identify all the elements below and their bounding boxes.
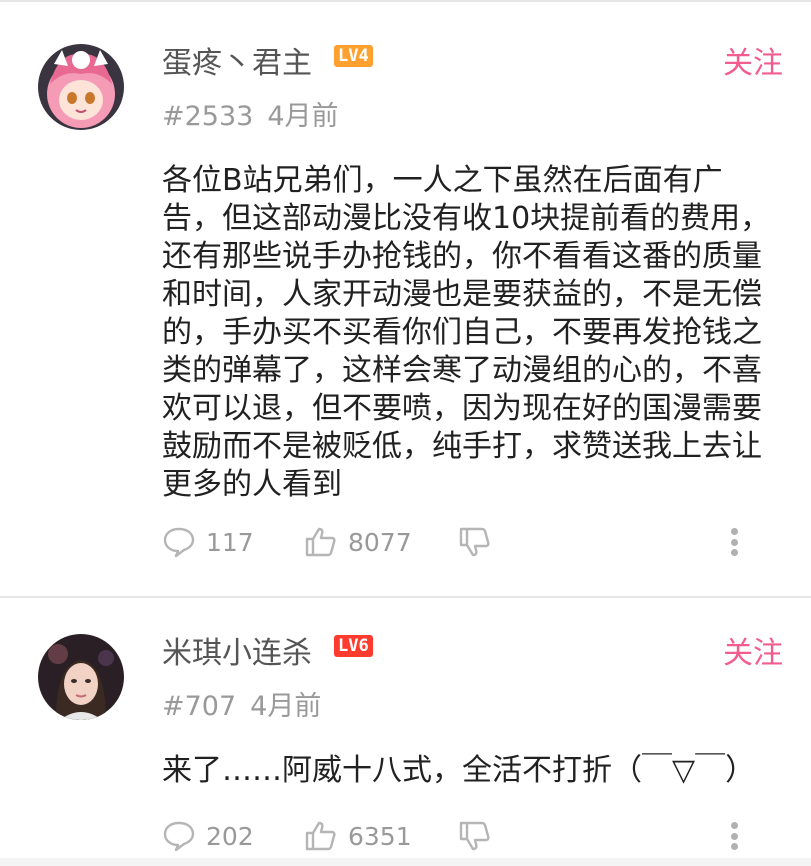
comment-text: 各位B站兄弟们，一人之下虽然在后面有广告，但这部动漫比没有收10块提前看的费用，… (162, 163, 771, 502)
like-count: 8077 (348, 527, 412, 557)
timestamp: 4月前 (267, 101, 339, 132)
comment-meta: #707 4月前 (162, 684, 335, 723)
dislike-button[interactable] (458, 524, 492, 560)
floor-number: #2533 (162, 101, 254, 132)
like-button[interactable]: 6351 (304, 818, 412, 854)
more-vertical-icon[interactable] (731, 524, 738, 560)
reply-button[interactable]: 202 (162, 818, 254, 854)
follow-button[interactable]: 关注 (723, 38, 783, 82)
like-count: 6351 (348, 821, 412, 851)
reply-count: 117 (206, 527, 254, 557)
speech-bubble-icon (162, 820, 196, 852)
floor-number: #707 (162, 691, 237, 722)
comment-item: 米琪小连杀 LV6 关注 #707 4月前 来了……阿威十八式，全活不打折（￣▽￣… (0, 598, 811, 858)
comment-item: 蛋疼丶君主 LV4 关注 #2533 4月前 各位B站兄弟们，一人之下虽然在后面有… (0, 0, 811, 596)
thumbs-up-icon (304, 820, 338, 852)
avatar[interactable] (38, 44, 124, 130)
comment-actions: 202 6351 (162, 818, 782, 854)
dislike-button[interactable] (458, 818, 492, 854)
thumbs-down-icon (458, 526, 492, 558)
thumbs-down-icon (458, 820, 492, 852)
bottom-strip (0, 858, 811, 866)
like-button[interactable]: 8077 (304, 524, 412, 560)
comment-text: 来了……阿威十八式，全活不打折（￣▽￣） (162, 753, 756, 788)
comment-meta: #2533 4月前 (162, 94, 353, 133)
thumbs-up-icon (304, 526, 338, 558)
reply-button[interactable]: 117 (162, 524, 254, 560)
comment-actions: 117 8077 (162, 524, 782, 560)
level-badge: LV4 (334, 45, 373, 67)
reply-count: 202 (206, 821, 254, 851)
more-vertical-icon[interactable] (731, 818, 738, 854)
level-badge: LV6 (334, 635, 373, 657)
avatar[interactable] (38, 634, 124, 720)
speech-bubble-icon (162, 526, 196, 558)
timestamp: 4月前 (250, 691, 322, 722)
username[interactable]: 米琪小连杀 (162, 628, 312, 672)
follow-button[interactable]: 关注 (723, 628, 783, 672)
username[interactable]: 蛋疼丶君主 (162, 38, 312, 82)
